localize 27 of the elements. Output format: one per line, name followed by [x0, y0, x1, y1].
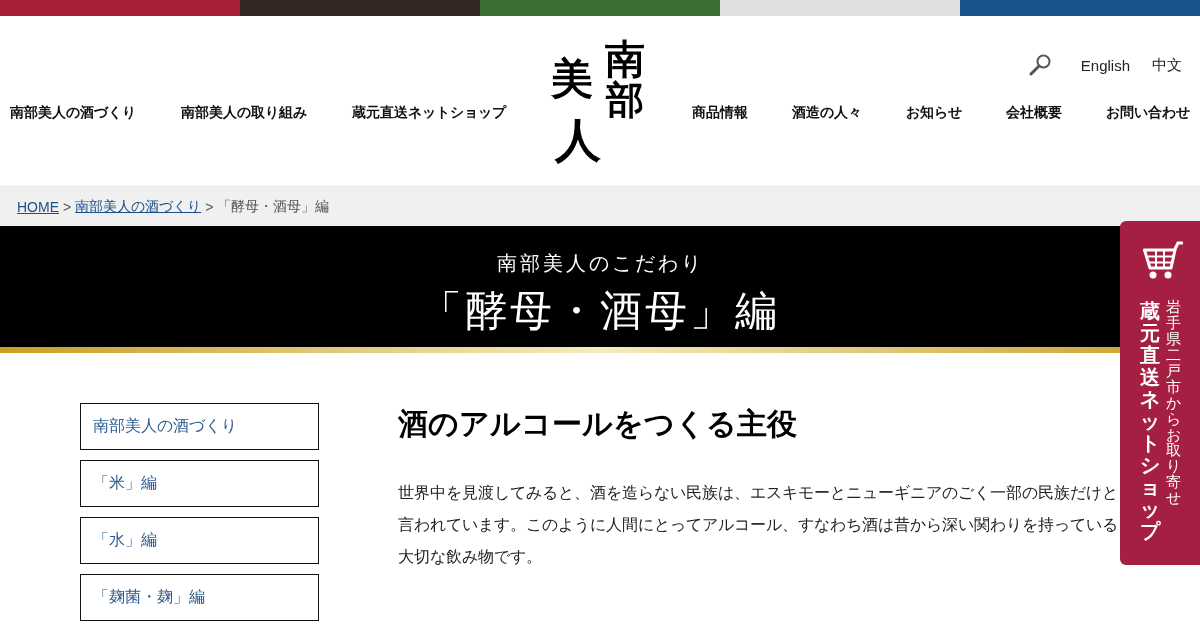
- nav-link[interactable]: お知らせ: [906, 102, 962, 122]
- nav-link[interactable]: 南部美人の取り組み: [181, 102, 307, 122]
- language-link[interactable]: English: [1080, 56, 1130, 74]
- nav-link[interactable]: 酒造の人々: [792, 102, 862, 122]
- nav-link[interactable]: 会社概要: [1006, 102, 1062, 122]
- search-icon[interactable]: [1028, 54, 1051, 76]
- nav-link[interactable]: 蔵元直送ネットショップ: [352, 102, 506, 122]
- nav-link[interactable]: お問い合わせ: [1106, 102, 1190, 122]
- sidebar-link[interactable]: 「麹菌・麹」編: [80, 574, 319, 621]
- cart-icon: [1143, 241, 1183, 280]
- article-paragraph: 世界中を見渡してみると、酒を造らない民族は、エスキモーとニューギニアのごく一部の民族だけと言われています。このように人間にとってアルコール、すなわち酒は昔から深い関わりを持っている大切な飲み物です。: [398, 483, 1119, 567]
- sidebar-link[interactable]: 「米」編: [80, 460, 319, 507]
- breadcrumb-separator: >: [205, 198, 214, 215]
- breadcrumb-link[interactable]: 南部美人の酒づくり: [75, 197, 202, 216]
- shop-tab-title: 蔵元直送ネットショップ: [1139, 300, 1160, 542]
- banner-subtitle: 南部美人のこだわり: [496, 251, 704, 276]
- language-link[interactable]: 中文: [1152, 55, 1182, 75]
- sidebar-link[interactable]: 「水」編: [80, 517, 319, 564]
- nav-link[interactable]: 商品情報: [692, 102, 748, 122]
- breadcrumb-current: 「酵母・酒母」編: [217, 197, 330, 216]
- shop-tab-subtitle: 岩手県二戸市からお取り寄せ: [1165, 300, 1181, 508]
- banner-title: 「酵母・酒母」編: [420, 286, 780, 336]
- sidebar-link[interactable]: 南部美人の酒づくり: [80, 403, 319, 450]
- breadcrumb-link[interactable]: HOME: [17, 198, 59, 215]
- article-heading: 酒のアルコールをつくる主役: [398, 406, 798, 442]
- nav-link[interactable]: 南部美人の酒づくり: [10, 102, 136, 122]
- breadcrumb-separator: >: [63, 198, 72, 215]
